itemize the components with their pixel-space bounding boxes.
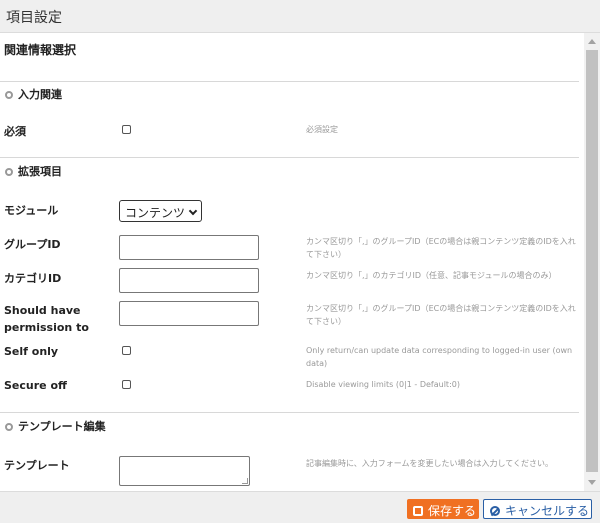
dialog-titlebar: 項目設定 [0,0,600,33]
circle-bullet-icon [5,168,13,176]
secure-off-label: Secure off [4,379,67,392]
divider [0,157,579,158]
chevron-down-icon [188,206,198,216]
self-only-label: Self only [4,345,59,358]
permission-note: カンマ区切り「,」のグループID（ECの場合は親コンテンツ定義のIDを入れて下さ… [306,304,576,326]
circle-bullet-icon [5,91,13,99]
permission-label-line1: Should have [4,304,81,317]
module-label: モジュール [4,204,59,217]
template-note: 記事編集時に、入力フォームを変更したい場合は入力してください。 [306,459,554,468]
required-checkbox[interactable] [122,125,131,134]
cancel-button[interactable]: キャンセルする [483,499,592,519]
section-input-related: 入力関連 [5,86,62,102]
template-textarea[interactable] [119,456,250,486]
section-extended: 拡張項目 [5,163,62,179]
template-label: テンプレート [4,459,70,472]
cancel-circle-icon [490,506,500,516]
circle-bullet-icon [5,423,13,431]
scrollbar-thumb[interactable] [586,50,598,472]
self-only-checkbox[interactable] [122,346,131,355]
permission-input[interactable] [119,301,259,326]
vertical-scrollbar[interactable] [584,33,600,491]
section-template-edit: テンプレート編集 [5,418,106,434]
resize-grip-icon[interactable] [242,478,248,484]
permission-label-line2: permission to [4,321,89,334]
module-select-value: コンテンツ [125,206,186,220]
group-id-label: グループID [4,238,61,251]
section-title: テンプレート編集 [18,420,106,433]
dialog-title: 項目設定 [6,10,62,26]
save-button[interactable]: 保存する [407,499,479,519]
scroll-up-arrow-icon[interactable] [588,39,596,44]
section-title: 入力関連 [18,88,62,101]
module-select[interactable]: コンテンツ [119,200,202,222]
required-note: 必須設定 [306,125,338,134]
permission-label: Should have permission to [4,302,89,336]
required-label: 必須 [4,125,26,138]
self-only-note: Only return/can update data correspondin… [306,346,573,368]
save-button-label: 保存する [428,504,477,518]
category-id-note: カンマ区切り「,」のカテゴリID（任意、記事モジュールの場合のみ） [306,271,557,280]
category-id-label: カテゴリID [4,272,62,285]
section-title: 拡張項目 [18,165,62,178]
secure-off-note: Disable viewing limits (0|1 - Default:0) [306,380,460,389]
page-title: 関連情報選択 [4,43,77,57]
group-id-note: カンマ区切り「,」のグループID（ECの場合は親コンテンツ定義のIDを入れて下さ… [306,237,576,259]
cancel-button-label: キャンセルする [505,504,590,518]
divider [0,81,579,82]
scroll-down-arrow-icon[interactable] [588,480,596,485]
dialog-body: 関連情報選択 入力関連 必須 必須設定 拡張項目 モジュール コンテンツ グルー… [0,33,584,491]
category-id-input[interactable] [119,268,259,293]
divider [0,412,579,413]
dialog-footer: 保存する キャンセルする [0,491,600,523]
secure-off-checkbox[interactable] [122,380,131,389]
floppy-disk-icon [413,506,423,516]
group-id-input[interactable] [119,235,259,260]
